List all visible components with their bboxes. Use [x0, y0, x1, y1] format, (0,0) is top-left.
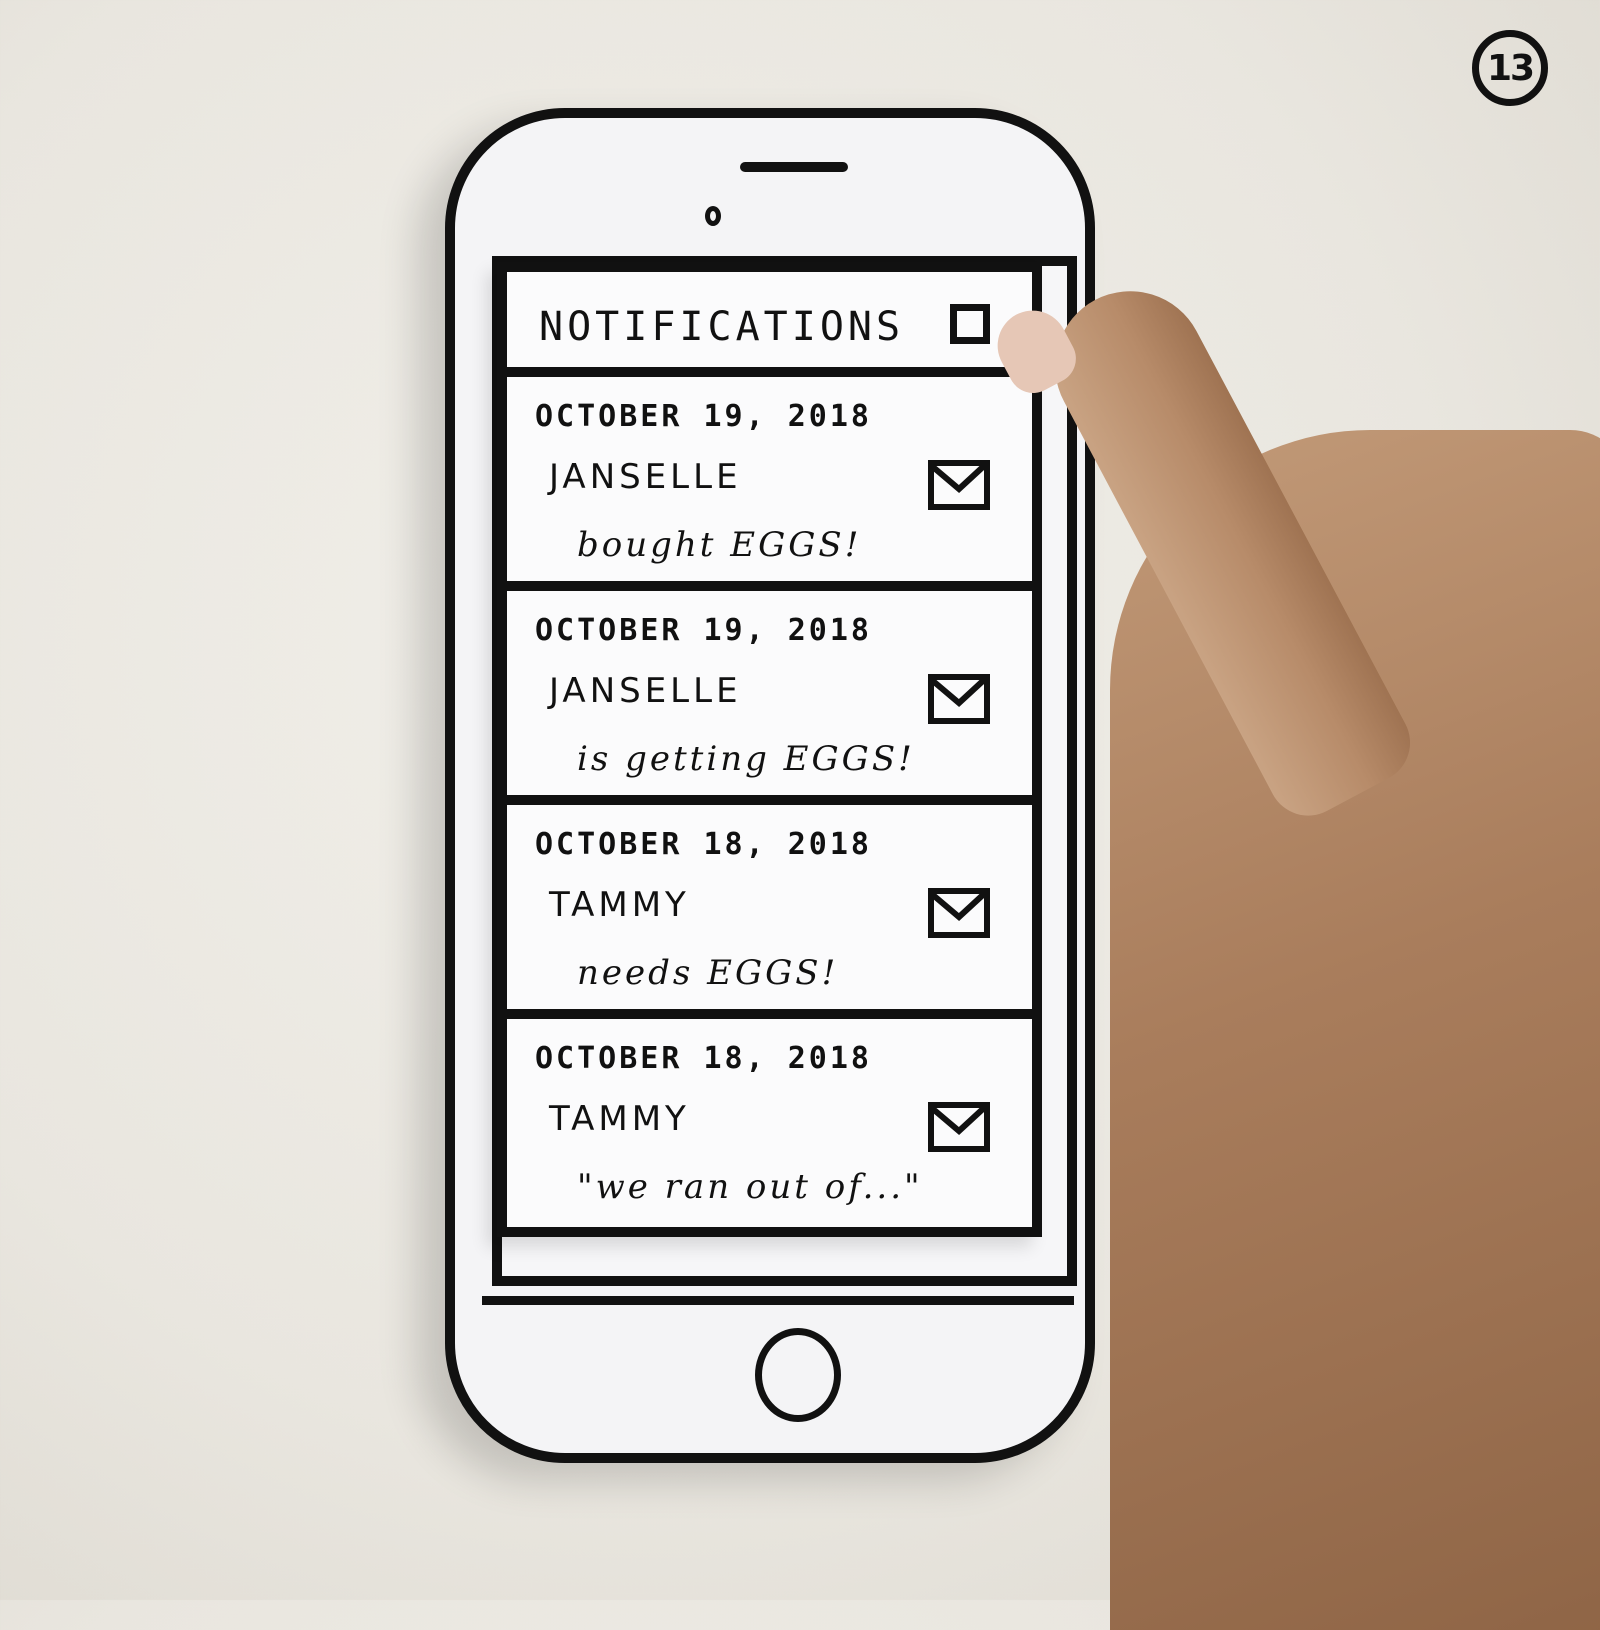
notification-sender: TAMMY [549, 1099, 690, 1139]
camera-icon [705, 206, 721, 226]
envelope-icon[interactable] [927, 1101, 991, 1153]
notification-date: OCTOBER 19, 2018 [535, 399, 872, 434]
notification-item[interactable]: OCTOBER 19, 2018 JANSELLE bought EGGS! [507, 377, 1032, 591]
notification-sender: TAMMY [549, 885, 690, 925]
page-title: NOTIFICATIONS [539, 304, 905, 350]
screen-bottom-bezel [482, 1296, 1074, 1305]
notification-date: OCTOBER 18, 2018 [535, 827, 872, 862]
notification-item[interactable]: OCTOBER 18, 2018 TAMMY "we ran out of...… [507, 1019, 1032, 1227]
notification-message: "we ran out of..." [577, 1167, 923, 1207]
envelope-icon[interactable] [927, 459, 991, 511]
notification-sender: JANSELLE [549, 457, 742, 497]
notification-date: OCTOBER 19, 2018 [535, 613, 872, 648]
page-number: 13 [1486, 47, 1535, 89]
envelope-icon[interactable] [927, 673, 991, 725]
envelope-icon[interactable] [927, 887, 991, 939]
page-number-badge: 13 [1472, 30, 1548, 106]
close-box-icon[interactable] [950, 304, 990, 344]
notification-item[interactable]: OCTOBER 18, 2018 TAMMY needs EGGS! [507, 805, 1032, 1019]
notifications-screen: NOTIFICATIONS OCTOBER 19, 2018 JANSELLE … [497, 262, 1042, 1237]
screen-header: NOTIFICATIONS [507, 272, 1032, 377]
speaker-icon [740, 162, 848, 172]
notification-sender: JANSELLE [549, 671, 742, 711]
notification-message: needs EGGS! [577, 953, 839, 993]
notification-message: is getting EGGS! [577, 739, 915, 779]
notification-date: OCTOBER 18, 2018 [535, 1041, 872, 1076]
home-button[interactable] [755, 1328, 841, 1422]
notification-item[interactable]: OCTOBER 19, 2018 JANSELLE is getting EGG… [507, 591, 1032, 805]
notification-message: bought EGGS! [577, 525, 862, 565]
